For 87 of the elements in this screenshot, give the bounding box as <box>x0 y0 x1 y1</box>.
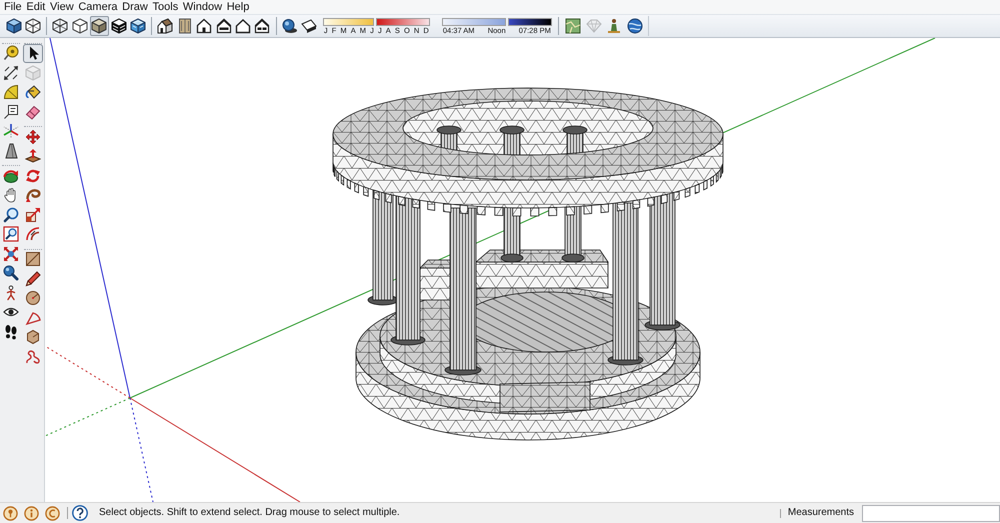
text-box-icon <box>3 104 19 120</box>
house-window-icon <box>254 18 270 34</box>
dimension-arrow-button[interactable] <box>1 63 21 82</box>
tape-measure-button[interactable] <box>1 44 21 63</box>
menu-item[interactable]: Edit <box>24 0 48 14</box>
offset-icon <box>25 226 41 242</box>
cursor-button[interactable] <box>23 44 43 63</box>
menu-item[interactable]: Camera <box>76 0 120 14</box>
orbit-icon <box>3 168 19 184</box>
house-3d-button[interactable] <box>156 16 176 36</box>
pencil-button[interactable] <box>23 269 43 288</box>
house-3d-icon <box>157 18 174 34</box>
globe-icon <box>626 18 643 34</box>
transparent-cube-icon <box>52 18 68 34</box>
menu-item[interactable]: File <box>2 0 24 14</box>
squiggle-icon <box>25 348 41 365</box>
eraser-icon <box>25 104 41 120</box>
tape-measure-icon <box>3 45 19 62</box>
pin-circle-icon[interactable] <box>3 506 18 520</box>
diamond-icon <box>586 18 602 34</box>
transparent-cube-button[interactable] <box>50 16 70 36</box>
measurements-field[interactable] <box>862 504 1000 522</box>
map-button[interactable] <box>562 16 584 36</box>
protractor-button[interactable] <box>1 82 21 102</box>
rotate-icon <box>25 168 41 184</box>
striped-cube-button[interactable] <box>108 16 128 36</box>
help-icon[interactable] <box>72 505 88 521</box>
protractor-icon <box>3 84 19 100</box>
zoom-window-button[interactable] <box>1 224 21 244</box>
scale-icon <box>25 206 41 223</box>
house-door-icon <box>196 18 212 34</box>
figure-icon <box>606 18 622 34</box>
house-window-icon <box>216 18 232 34</box>
menu-item[interactable]: Draw <box>120 0 150 14</box>
push-pull-icon <box>25 148 41 164</box>
time-slider[interactable] <box>442 18 552 26</box>
solid-cube-icon <box>6 18 22 34</box>
textured-cube-button[interactable] <box>128 16 148 36</box>
magnifier-icon <box>3 265 19 282</box>
box-shadow-icon <box>301 18 318 34</box>
move-arrows-icon <box>25 128 41 145</box>
shaded-cube-button[interactable] <box>90 16 109 36</box>
component-cube-icon <box>25 64 41 81</box>
info-circle-icon[interactable] <box>24 506 39 520</box>
polygon-icon <box>25 329 41 346</box>
circle-button[interactable] <box>23 288 43 308</box>
zoom-extents-icon <box>3 246 19 262</box>
footprints-icon <box>3 324 19 340</box>
pencil-icon <box>25 270 41 287</box>
sphere-shadow-icon <box>282 18 298 34</box>
zoom-window-icon <box>3 226 19 242</box>
striped-cube-icon <box>110 18 127 34</box>
circle-icon <box>25 290 41 306</box>
paint-bucket-icon <box>25 84 41 100</box>
status-message: Select objects. Shift to extend select. Drag mouse to select multiple. <box>99 506 400 520</box>
map-icon <box>565 18 582 34</box>
textured-cube-icon <box>130 18 146 34</box>
crescent-circle-icon[interactable] <box>45 506 60 520</box>
rectangle-button[interactable] <box>23 250 43 269</box>
house-outline-icon <box>234 18 251 34</box>
menu-item[interactable]: Help <box>224 0 252 14</box>
date-slider[interactable] <box>322 18 430 26</box>
axes-icon <box>3 123 19 140</box>
rectangle-icon <box>25 251 41 268</box>
outline-cube-button[interactable] <box>70 16 90 36</box>
house-door-button[interactable] <box>194 16 214 36</box>
wireframe-cube-icon <box>25 18 42 34</box>
zoom-icon <box>3 206 19 223</box>
zoom-button[interactable] <box>1 205 21 224</box>
dimension-arrow-icon <box>3 64 19 81</box>
outline-cube-icon <box>72 18 88 34</box>
spiral-icon <box>25 187 41 204</box>
magnifier-button[interactable] <box>1 264 21 283</box>
menu-item[interactable]: Window <box>180 0 224 14</box>
zoom-extents-button[interactable] <box>1 244 21 264</box>
sphere-shadow-button[interactable] <box>280 16 300 36</box>
move-arrows-button[interactable] <box>23 127 43 146</box>
shaded-cube-icon <box>91 18 108 34</box>
prism-icon <box>3 142 19 159</box>
solid-cube-button[interactable] <box>4 16 24 36</box>
panel-icon <box>176 18 193 34</box>
scale-button[interactable] <box>23 205 43 224</box>
menu-item[interactable]: View <box>48 0 76 14</box>
wireframe-cube-button[interactable] <box>23 16 43 36</box>
menu-item[interactable]: Tools <box>150 0 181 14</box>
measurements-label: Measurements <box>788 506 854 520</box>
arc-icon <box>25 310 41 326</box>
